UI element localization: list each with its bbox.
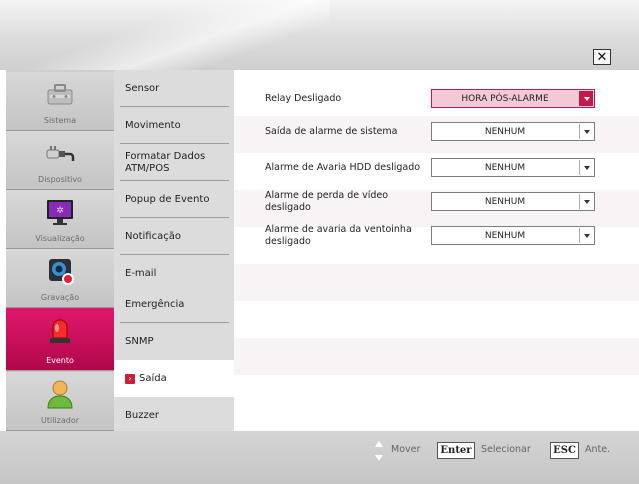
submenu-label: Formatar Dados ATM/POS xyxy=(125,151,206,174)
ventoinha-dropdown[interactable]: NENHUM xyxy=(431,226,595,245)
camera-record-icon xyxy=(49,259,74,285)
setting-row-saida-alarme: Saída de alarme de sistema NENHUM xyxy=(234,113,639,150)
title-bar xyxy=(0,0,639,70)
submenu-item-movimento[interactable]: Movimento xyxy=(114,107,233,144)
up-down-arrows-icon xyxy=(375,441,383,461)
chevron-down-icon[interactable] xyxy=(579,160,593,175)
dropdown-value: NENHUM xyxy=(484,196,526,207)
setting-label: Alarme de Avaria HDD desligado xyxy=(265,161,421,173)
chevron-down-icon[interactable] xyxy=(579,124,593,139)
user-icon xyxy=(47,380,73,409)
submenu-item-snmp[interactable]: SNMP xyxy=(114,323,233,360)
setting-label: Alarme de perda de vídeo desligado xyxy=(265,190,389,213)
toolbox-icon xyxy=(47,84,73,105)
category-label: Sistema xyxy=(43,116,77,125)
submenu-item-popup-evento[interactable]: Popup de Evento xyxy=(114,181,233,218)
avaria-hdd-dropdown[interactable]: NENHUM xyxy=(431,158,595,177)
perda-video-dropdown[interactable]: NENHUM xyxy=(431,192,595,211)
esc-key: ESC xyxy=(550,442,579,459)
submenu-label: Movimento xyxy=(125,119,181,131)
title-bar-sheen xyxy=(0,0,330,70)
setting-row-perda-video: Alarme de perda de vídeo desligado NENHU… xyxy=(234,183,639,220)
setting-row-relay: Relay Desligado HORA PÓS-ALARME xyxy=(234,80,639,117)
submenu-item-formatar-dados[interactable]: Formatar Dados ATM/POS xyxy=(114,144,233,181)
svg-text:✲: ✲ xyxy=(56,206,64,216)
setting-row-ventoinha: Alarme de avaria da ventoinha desligado … xyxy=(234,217,639,254)
chevron-down-icon[interactable] xyxy=(579,91,593,106)
siren-icon xyxy=(50,319,70,343)
hint-move: Mover xyxy=(391,444,421,455)
relay-dropdown[interactable]: HORA PÓS-ALARME xyxy=(431,89,595,108)
category-visualizacao[interactable]: ✲ Visualização xyxy=(6,190,114,249)
setting-label: Saída de alarme de sistema xyxy=(265,125,398,137)
close-button[interactable]: ✕ xyxy=(593,49,611,65)
submenu-item-saida[interactable]: › Saída xyxy=(114,360,235,397)
setting-row-avaria-hdd: Alarme de Avaria HDD desligado NENHUM xyxy=(234,149,639,186)
submenu-item-notificacao[interactable]: Notificação xyxy=(114,218,233,255)
setting-label: Alarme de avaria da ventoinha desligado xyxy=(265,224,412,247)
category-sistema[interactable]: Sistema xyxy=(6,72,114,131)
selected-arrow-icon: › xyxy=(125,373,135,384)
submenu-label: Sensor xyxy=(125,82,160,94)
dropdown-value: NENHUM xyxy=(484,162,526,173)
setting-label: Relay Desligado xyxy=(265,92,342,104)
category-evento[interactable]: Evento xyxy=(6,308,114,371)
submenu-item-sensor[interactable]: Sensor xyxy=(114,70,233,107)
dropdown-value: NENHUM xyxy=(484,126,526,137)
category-label: Visualização xyxy=(35,234,85,243)
saida-alarme-dropdown[interactable]: NENHUM xyxy=(431,122,595,141)
close-icon: ✕ xyxy=(596,49,608,65)
submenu-item-emergencia[interactable]: Emergência xyxy=(114,286,233,323)
submenu-label: Buzzer xyxy=(125,409,159,421)
submenu-label-wrap: › Saída xyxy=(125,360,167,397)
device-plug-icon xyxy=(46,146,75,161)
category-utilizador[interactable]: Utilizador xyxy=(6,372,114,431)
hint-select: Selecionar xyxy=(481,444,531,455)
category-dispositivo[interactable]: Dispositivo xyxy=(6,131,114,190)
submenu-label: Saída xyxy=(139,372,167,384)
row-stripe xyxy=(234,264,639,301)
enter-key: Enter xyxy=(437,442,475,459)
chevron-down-icon[interactable] xyxy=(579,194,593,209)
submenu-label: Popup de Evento xyxy=(125,193,210,205)
row-stripe xyxy=(234,338,639,375)
submenu-label: Emergência xyxy=(125,298,185,310)
dropdown-value: NENHUM xyxy=(484,230,526,241)
footer-bar xyxy=(0,431,639,484)
submenu-label: Notificação xyxy=(125,230,181,242)
category-label: Gravação xyxy=(40,293,80,302)
chevron-down-icon[interactable] xyxy=(579,228,593,243)
submenu-label: SNMP xyxy=(125,335,154,347)
submenu-item-buzzer[interactable]: Buzzer xyxy=(114,397,233,434)
dropdown-value: HORA PÓS-ALARME xyxy=(461,93,549,104)
category-label: Utilizador xyxy=(40,416,80,425)
monitor-icon: ✲ xyxy=(47,200,73,225)
category-gravacao[interactable]: Gravação xyxy=(6,249,114,308)
hint-back: Ante. xyxy=(585,444,611,455)
category-label: Dispositivo xyxy=(38,175,82,184)
category-label: Evento xyxy=(46,356,74,365)
